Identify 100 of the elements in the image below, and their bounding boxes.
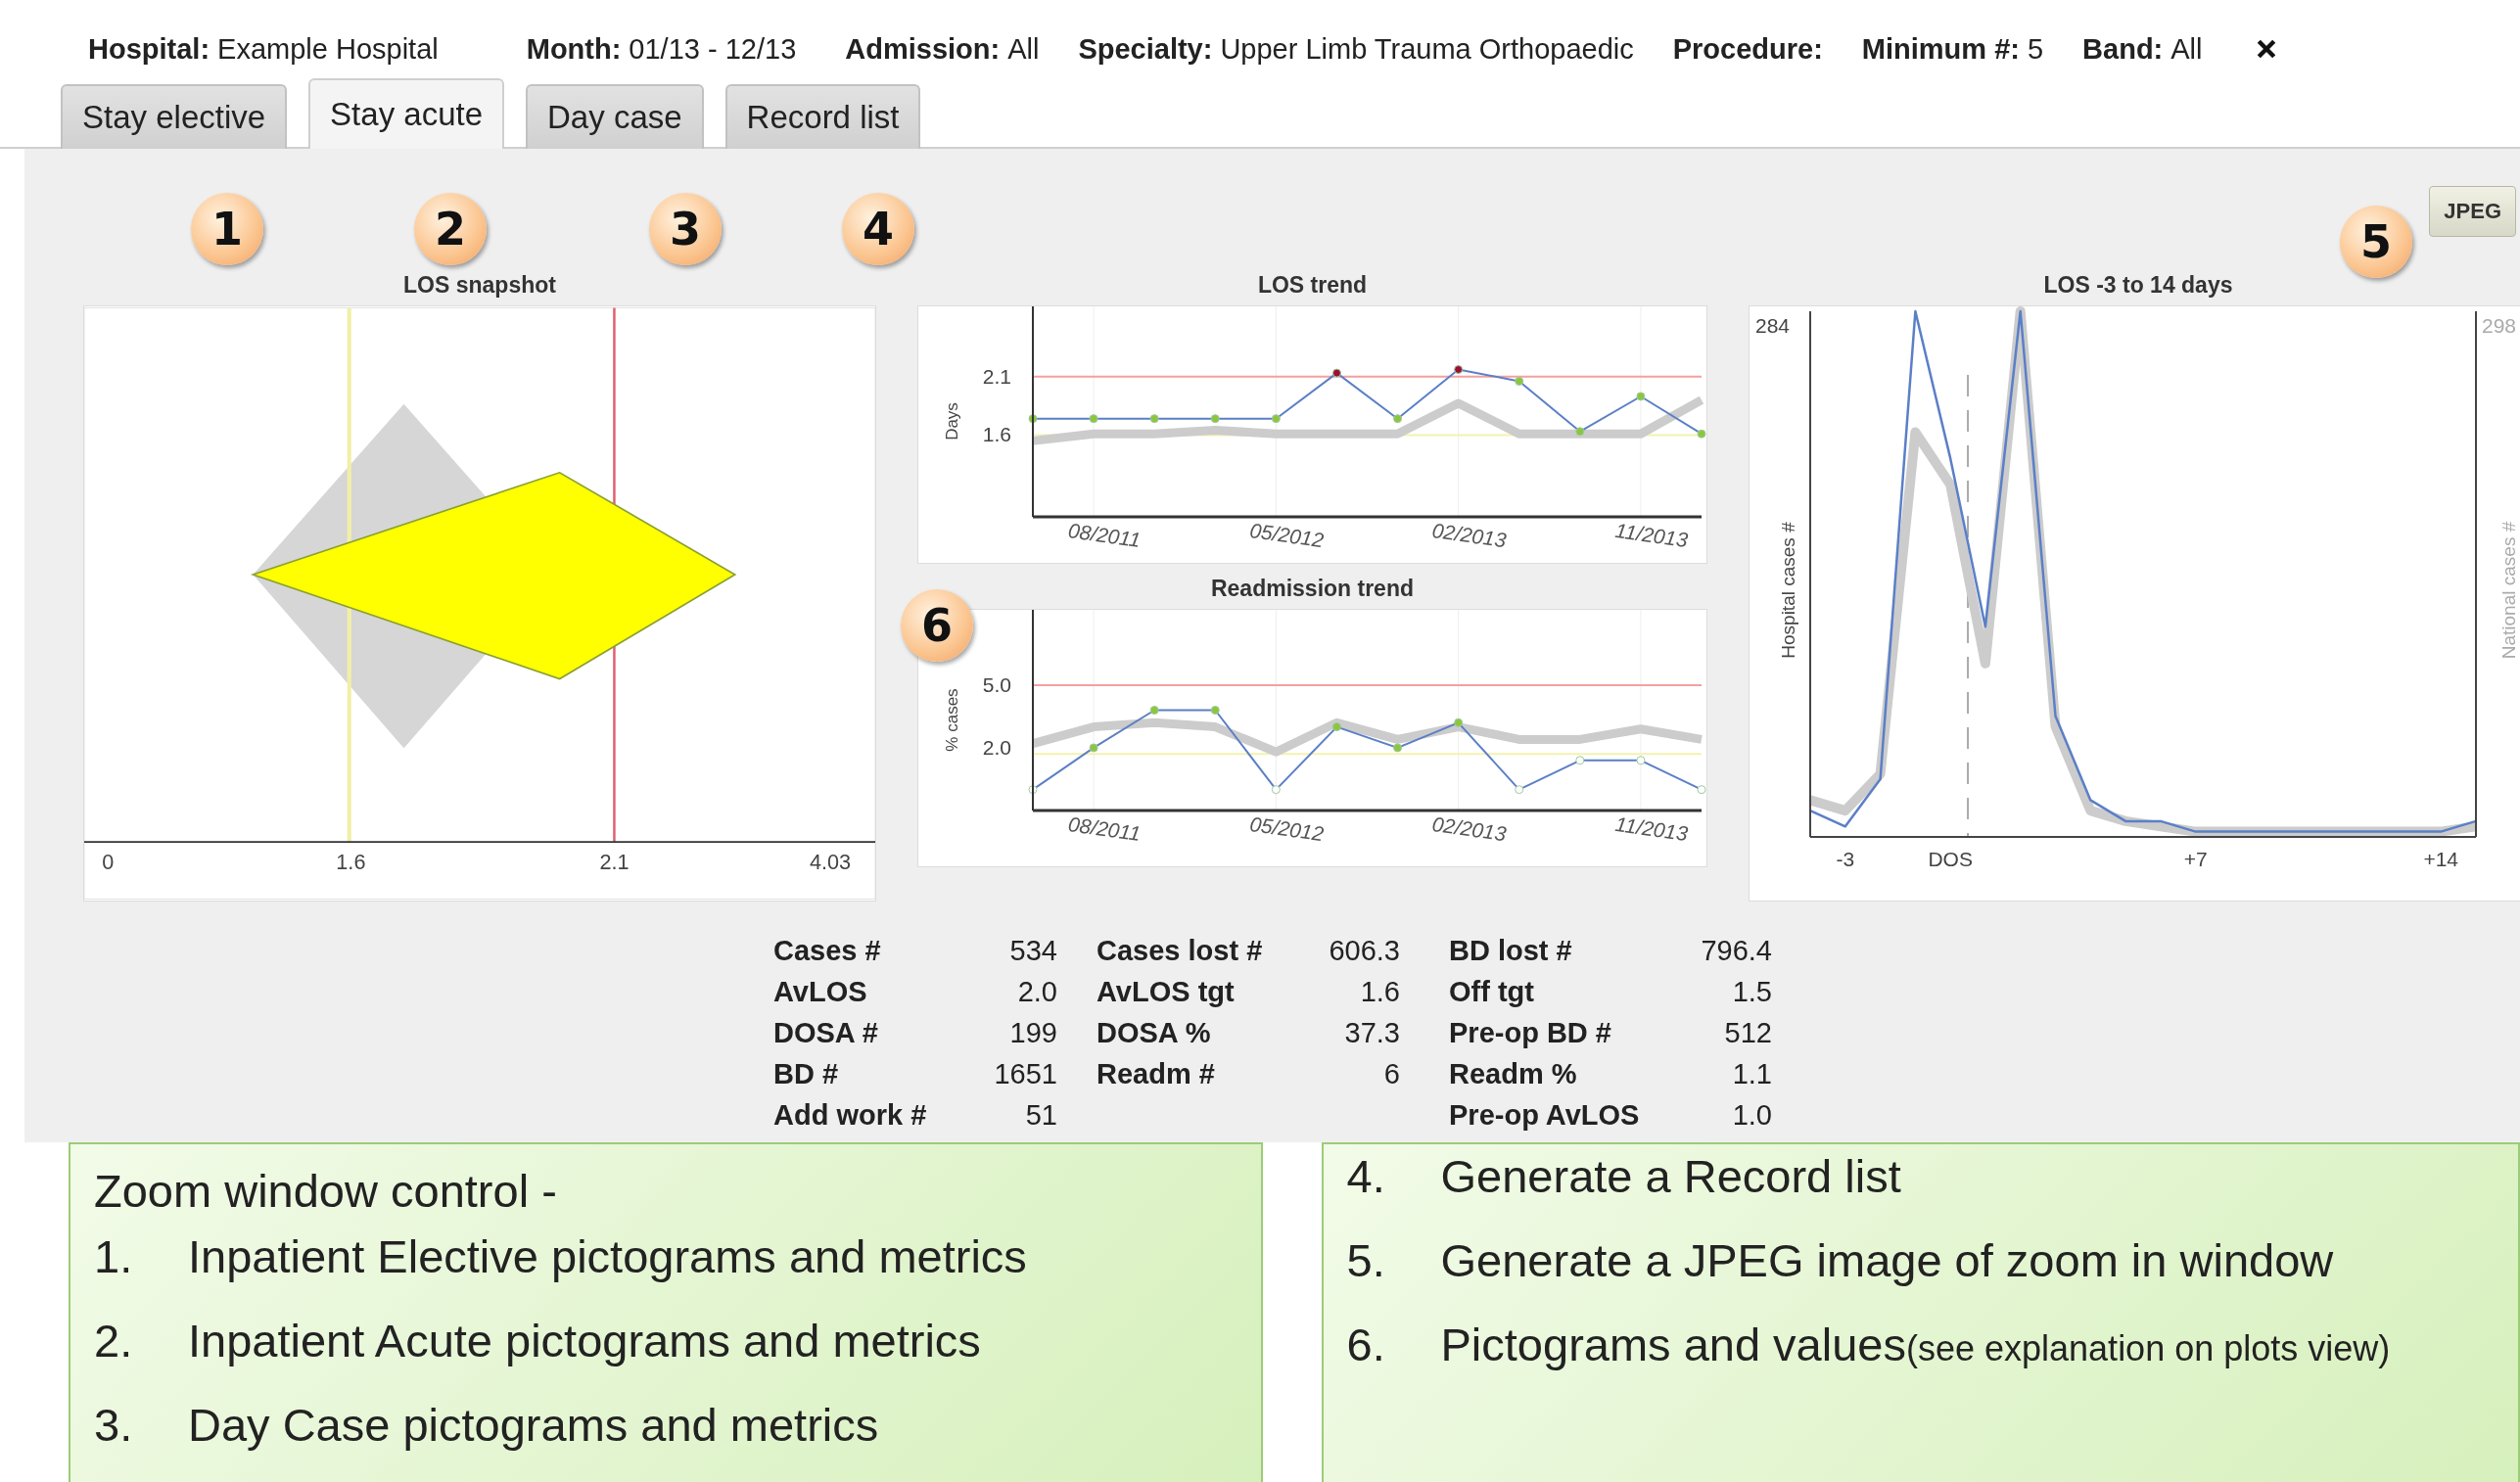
tab[interactable]: Stay elective	[61, 84, 288, 149]
x-tick-label: DOS	[1928, 848, 1973, 870]
metric-label: DOSA #	[773, 1017, 879, 1049]
data-point	[1575, 427, 1585, 437]
x-tick-label: 02/2013	[1430, 811, 1508, 846]
item-number: 3.	[94, 1398, 134, 1453]
close-icon[interactable]	[2255, 38, 2277, 60]
metric-value: 1.1	[1731, 1058, 1772, 1090]
y-tick-label: 2.0	[982, 735, 1011, 759]
metric-value: 1651	[993, 1058, 1057, 1090]
data-point	[1149, 706, 1159, 715]
data-point	[1393, 743, 1403, 753]
metric-value: 534	[1008, 935, 1057, 967]
y-axis-label: % cases	[943, 688, 961, 752]
filter-label: Specialty:	[1078, 32, 1213, 66]
note-item: Inpatient Acute pictograms and metrics	[188, 1314, 981, 1368]
filter-label: Hospital:	[88, 32, 210, 66]
callout-badge: 3	[649, 193, 722, 265]
metric-label: DOSA %	[1097, 1017, 1212, 1049]
x-tick-label: 02/2013	[1430, 518, 1508, 552]
x-tick-label: 11/2013	[1613, 519, 1690, 552]
note-item: Inpatient Elective pictograms and metrics	[188, 1229, 1027, 1284]
filter-value: All	[2170, 32, 2203, 66]
data-point	[1271, 414, 1281, 424]
filter-label: Month:	[526, 32, 622, 66]
tab[interactable]: Day case	[526, 84, 704, 149]
metric-label: BD lost #	[1449, 935, 1573, 967]
chart-title: LOS trend	[1257, 271, 1368, 300]
data-point	[1575, 756, 1585, 765]
data-point	[1089, 414, 1098, 424]
data-point	[1393, 414, 1403, 424]
metric-label: Add work #	[773, 1099, 928, 1132]
metric-label: Readm %	[1449, 1058, 1578, 1090]
metric-value: 199	[1008, 1017, 1057, 1049]
axis-max-label: 284	[1755, 314, 1791, 337]
metric-value: 1.5	[1731, 976, 1772, 1008]
data-point	[1028, 785, 1038, 795]
callout-badge: 6	[901, 589, 973, 662]
metric-value: 6	[1382, 1058, 1400, 1090]
chart-title: Readmission trend	[1210, 575, 1414, 603]
data-point	[1636, 392, 1646, 401]
filter-value: All	[1007, 32, 1040, 66]
metric-label: Cases #	[773, 935, 882, 967]
callout-badge: 1	[191, 193, 263, 265]
data-point	[1697, 429, 1706, 439]
x-tick-label: 05/2012	[1248, 518, 1326, 552]
metric-label: AvLOS tgt	[1097, 976, 1236, 1008]
metric-value: 512	[1723, 1017, 1772, 1049]
x-tick-label: -3	[1836, 848, 1855, 870]
data-point	[1089, 743, 1098, 753]
filter-value: 5	[2027, 32, 2044, 66]
callout-badge: 4	[842, 193, 914, 265]
metric-value: 606.3	[1328, 935, 1400, 967]
note-item: Pictograms and values(see explanation on plots view)	[1440, 1318, 2391, 1372]
metric-value: 1.0	[1731, 1099, 1772, 1132]
y-axis-label: Days	[943, 402, 961, 440]
y-axis-label: National cases #	[2498, 521, 2519, 660]
note-item: Day Case pictograms and metrics	[188, 1398, 879, 1453]
tab[interactable]: Record list	[724, 84, 921, 149]
filter-value: Upper Limb Trauma Orthopaedic	[1220, 32, 1634, 66]
data-point	[1454, 718, 1464, 727]
data-point	[1210, 414, 1220, 424]
x-tick-label: +7	[2183, 848, 2208, 870]
data-point	[1271, 785, 1281, 795]
data-point	[1636, 756, 1646, 765]
data-point	[1210, 706, 1220, 715]
data-point	[1515, 376, 1524, 386]
filter-label: Minimum #:	[1861, 32, 2020, 66]
x-tick-label: 08/2011	[1066, 812, 1143, 846]
item-number: 2.	[94, 1314, 134, 1368]
metric-label: Off tgt	[1449, 976, 1535, 1008]
note-item: Generate a JPEG image of zoom in window	[1440, 1233, 2334, 1288]
snapshot-drawing: 0 1.6 2.1 4.03	[83, 305, 876, 902]
data-point	[1454, 365, 1464, 374]
tab[interactable]: Stay acute	[308, 78, 505, 149]
metric-label: BD #	[773, 1058, 840, 1090]
chart-title: LOS -3 to 14 days	[2043, 271, 2233, 300]
data-point	[1028, 414, 1038, 424]
item-number: 6.	[1346, 1318, 1386, 1372]
metric-label: Pre-op AvLOS	[1449, 1099, 1641, 1132]
item-number: 4.	[1346, 1149, 1386, 1204]
data-point	[1331, 368, 1341, 378]
filter-value: Example Hospital	[217, 32, 439, 66]
x-tick-label: 05/2012	[1248, 811, 1326, 846]
metric-label: AvLOS	[773, 976, 868, 1008]
filter-label: Band:	[2082, 32, 2164, 66]
data-point	[1149, 414, 1159, 424]
data-point	[1331, 722, 1341, 732]
axis-max-label: 298	[2482, 314, 2517, 337]
chart-title: LOS snapshot	[403, 271, 556, 300]
metric-value: 51	[1024, 1099, 1057, 1132]
jpeg-button[interactable]: JPEG	[2429, 186, 2516, 237]
metric-label: Readm #	[1097, 1058, 1216, 1090]
metric-value: 2.0	[1016, 976, 1057, 1008]
x-tick-label: 11/2013	[1613, 812, 1690, 846]
note-heading: Zoom window control -	[94, 1164, 558, 1219]
y-tick-label: 1.6	[982, 423, 1011, 446]
note-item: Generate a Record list	[1440, 1149, 1901, 1204]
x-tick-label: +14	[2423, 848, 2458, 870]
y-tick-label: 2.1	[982, 364, 1011, 388]
